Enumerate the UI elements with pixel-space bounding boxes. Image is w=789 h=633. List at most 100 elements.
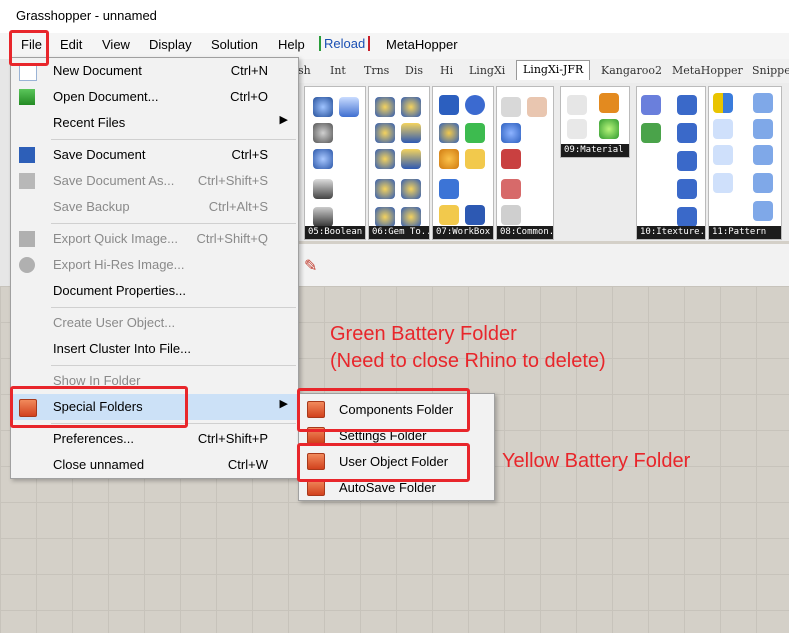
tab-trns[interactable]: Trns bbox=[364, 64, 389, 77]
tab-sh[interactable]: sh bbox=[298, 64, 311, 77]
texture-poly-icon[interactable] bbox=[677, 95, 697, 115]
menu-view[interactable]: View bbox=[102, 37, 130, 52]
honeycomb-icon[interactable] bbox=[465, 149, 485, 169]
beads-icon[interactable] bbox=[439, 149, 459, 169]
hand-icon[interactable] bbox=[501, 97, 521, 117]
save-disk-icon bbox=[19, 147, 35, 163]
menu-separator bbox=[51, 307, 296, 308]
pattern-colorful-icon[interactable] bbox=[713, 93, 733, 113]
menu-recent-files[interactable]: Recent Files ▶ bbox=[11, 110, 298, 136]
star-icon[interactable] bbox=[465, 123, 485, 143]
mesh-weave-icon[interactable] bbox=[439, 205, 459, 225]
ribbon-group-boolean: 05:Boolean bbox=[304, 86, 366, 240]
tab-metahopper[interactable]: MetaHopper bbox=[672, 64, 743, 77]
pattern-flower-icon[interactable] bbox=[753, 173, 773, 193]
boolean-trim-icon[interactable] bbox=[313, 207, 333, 227]
pattern-wave-icon[interactable] bbox=[753, 145, 773, 165]
blue-star-icon[interactable] bbox=[465, 205, 485, 225]
menu-open-document[interactable]: Open Document... Ctrl+O bbox=[11, 84, 298, 110]
menu-separator bbox=[51, 365, 296, 366]
reload-button[interactable]: Reload bbox=[319, 36, 371, 51]
walk-icon[interactable] bbox=[501, 205, 521, 225]
annotation-green-note: (Need to close Rhino to delete) bbox=[330, 350, 606, 372]
menu-export-quick-image[interactable]: Export Quick Image... Ctrl+Shift+Q bbox=[11, 226, 298, 252]
tab-dis[interactable]: Dis bbox=[405, 64, 423, 77]
pattern-grid-icon[interactable] bbox=[753, 93, 773, 113]
sketch-pen-icon[interactable]: ✎ bbox=[304, 256, 317, 276]
triangle-icon[interactable] bbox=[677, 207, 697, 227]
tab-snippe[interactable]: Snippe bbox=[752, 64, 789, 77]
material-sphere-icon[interactable] bbox=[599, 119, 619, 139]
pattern-q2-icon[interactable] bbox=[713, 145, 733, 165]
pattern-q3-icon[interactable] bbox=[713, 173, 733, 193]
ribbon-group-label: 11:Pattern bbox=[709, 226, 781, 239]
menu-save-document[interactable]: Save Document Ctrl+S bbox=[11, 142, 298, 168]
ribbon-group-label: 07:WorkBox bbox=[433, 226, 493, 239]
menu-export-hires-image[interactable]: Export Hi-Res Image... bbox=[11, 252, 298, 278]
hand-point-icon[interactable] bbox=[501, 179, 521, 199]
pattern-q1-icon[interactable] bbox=[713, 119, 733, 139]
gem-cluster-icon[interactable] bbox=[401, 207, 421, 227]
menu-display[interactable]: Display bbox=[149, 37, 192, 52]
menu-bar: File Edit View Display Solution Help Rel… bbox=[0, 33, 789, 60]
tab-hi[interactable]: Hi bbox=[440, 64, 453, 77]
ribbon-group-label: 08:Common... bbox=[497, 226, 553, 239]
boolean-intersect-icon[interactable] bbox=[313, 149, 333, 169]
menu-insert-cluster[interactable]: Insert Cluster Into File... bbox=[11, 336, 298, 362]
tab-kangaroo2[interactable]: Kangaroo2 bbox=[601, 64, 662, 77]
annotation-yellow-title: Yellow Battery Folder bbox=[502, 450, 691, 472]
gem-setting-icon[interactable] bbox=[401, 149, 421, 169]
menu-create-user-object[interactable]: Create User Object... bbox=[11, 310, 298, 336]
menu-metahopper[interactable]: MetaHopper bbox=[386, 37, 458, 52]
network-icon[interactable] bbox=[501, 123, 521, 143]
menu-help[interactable]: Help bbox=[278, 37, 305, 52]
wing-icon[interactable] bbox=[439, 179, 459, 199]
menu-save-document-as[interactable]: Save Document As... Ctrl+Shift+S bbox=[11, 168, 298, 194]
submenu-arrow-icon: ▶ bbox=[279, 398, 288, 410]
texture-grid-icon[interactable] bbox=[641, 123, 661, 143]
pattern-mesh-icon[interactable] bbox=[753, 201, 773, 221]
question-icon[interactable] bbox=[501, 149, 521, 169]
tab-lingxi[interactable]: LingXi bbox=[469, 64, 505, 77]
boolean-box-icon[interactable] bbox=[339, 97, 359, 117]
menu-close-document[interactable]: Close unnamed Ctrl+W bbox=[11, 452, 298, 478]
run-icon[interactable] bbox=[527, 97, 547, 117]
menu-preferences[interactable]: Preferences... Ctrl+Shift+P bbox=[11, 426, 298, 452]
square-icon[interactable] bbox=[677, 179, 697, 199]
material-robot-icon[interactable] bbox=[567, 95, 587, 115]
menu-save-backup[interactable]: Save Backup Ctrl+Alt+S bbox=[11, 194, 298, 220]
gem-chain-icon[interactable] bbox=[375, 97, 395, 117]
gem-ring-icon[interactable] bbox=[401, 97, 421, 117]
text-tool-icon[interactable] bbox=[439, 95, 459, 115]
title-bar: Grasshopper - unnamed bbox=[0, 0, 789, 33]
gem-help-icon[interactable] bbox=[401, 179, 421, 199]
gem-pave-icon[interactable] bbox=[375, 149, 395, 169]
open-folder-icon bbox=[19, 89, 35, 105]
tab-int[interactable]: Int bbox=[330, 64, 346, 77]
canvas-toolbar: ✎ bbox=[298, 244, 789, 287]
diamond-icon[interactable] bbox=[677, 123, 697, 143]
boolean-union-icon[interactable] bbox=[313, 97, 333, 117]
menu-solution[interactable]: Solution bbox=[211, 37, 258, 52]
menu-new-document[interactable]: New Document Ctrl+N bbox=[11, 58, 298, 84]
highlight-components-folder bbox=[297, 388, 470, 432]
menu-edit[interactable]: Edit bbox=[60, 37, 82, 52]
material-paint-icon[interactable] bbox=[599, 93, 619, 113]
magnifier-image-icon bbox=[19, 257, 35, 273]
flower-icon[interactable] bbox=[439, 123, 459, 143]
pattern-weave-icon[interactable] bbox=[753, 119, 773, 139]
material-figure-icon[interactable] bbox=[567, 119, 587, 139]
save-as-disk-icon bbox=[19, 173, 35, 189]
menu-document-properties[interactable]: Document Properties... bbox=[11, 278, 298, 304]
boolean-difference-icon[interactable] bbox=[313, 123, 333, 143]
gem-rail-icon[interactable] bbox=[401, 123, 421, 143]
tab-lingxi-jfr[interactable]: LingXi-JFR bbox=[516, 60, 591, 80]
highlight-user-object-folder bbox=[297, 443, 470, 482]
texture-cube-icon[interactable] bbox=[641, 95, 661, 115]
gem-prong-icon[interactable] bbox=[375, 207, 395, 227]
boolean-split-icon[interactable] bbox=[313, 179, 333, 199]
hexagon-icon[interactable] bbox=[677, 151, 697, 171]
gem-array-icon[interactable] bbox=[375, 179, 395, 199]
gem-link-icon[interactable] bbox=[375, 123, 395, 143]
polygon-icon[interactable] bbox=[465, 95, 485, 115]
